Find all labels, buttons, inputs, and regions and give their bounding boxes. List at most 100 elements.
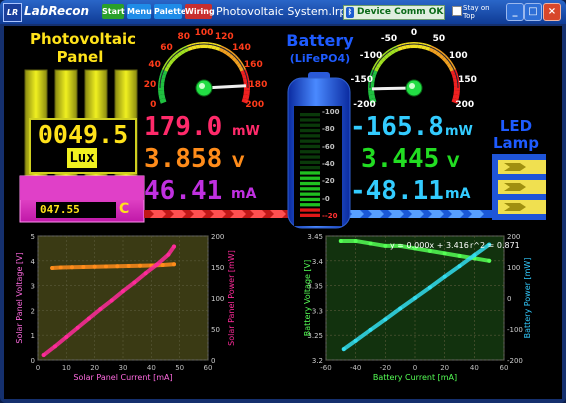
solar-gauge-hub-highlight (199, 83, 205, 89)
y-tick-label: 4 (31, 258, 36, 266)
y2-tick-label: 200 (507, 233, 520, 241)
solar-gauge-arc-segment (204, 42, 209, 49)
y-tick-label: 3.3 (312, 307, 323, 315)
solar-power-unit: mW (232, 124, 260, 139)
solar-voltage-unit: V (232, 152, 245, 171)
lux-value: 0049.5 (37, 120, 129, 149)
data-point-power (64, 335, 69, 340)
x-tick-label: -60 (320, 364, 331, 372)
file-name: Photovoltaic System.lrp (216, 5, 347, 18)
battery-gauge-tick-label: 150 (458, 74, 477, 85)
stay-on-top-checkbox[interactable] (452, 6, 462, 16)
battery-level-tick: -100 (322, 108, 340, 116)
battery-power-value: -165.8 (350, 112, 444, 142)
battery-level-bar (300, 123, 320, 127)
battery-gauge-tick-label: 100 (448, 51, 468, 62)
data-point-power (368, 327, 373, 332)
wiring-button[interactable]: Wiring (185, 4, 215, 19)
y2-tick-label: 50 (211, 326, 220, 334)
battery-level-bar (300, 139, 320, 143)
battery-level-bar (300, 160, 320, 164)
battery-current-value: -48.11 (350, 176, 444, 206)
data-point-voltage (58, 265, 63, 270)
battery-voltage-value: 3.445 (361, 144, 440, 174)
battery-gauge-tick-label: -100 (359, 51, 383, 62)
bluetooth-icon: ᛒ (346, 7, 354, 18)
palette-button[interactable]: Palette (154, 4, 186, 19)
battery-gauge-arc-segment (409, 42, 414, 49)
y2-tick-label: 100 (211, 295, 224, 303)
data-point-power (472, 253, 477, 258)
data-point-power (155, 262, 159, 267)
solar-gauge-tick-label: 160 (243, 60, 263, 71)
data-point-voltage (353, 238, 358, 243)
solar-gauge-tick-label: 180 (248, 80, 268, 91)
y-tick-label: 5 (31, 233, 35, 241)
x-tick-label: 60 (500, 364, 509, 372)
data-point-power (172, 244, 176, 249)
data-point-voltage (70, 265, 74, 270)
battery-level-bar (300, 134, 320, 138)
data-point-power (353, 338, 358, 343)
data-point-voltage (487, 258, 492, 263)
data-point-power (457, 264, 462, 269)
data-point-power (341, 347, 346, 352)
solar-current-unit: mA (231, 186, 257, 202)
lux-unit: Lux (67, 148, 97, 168)
battery-level-bar (300, 113, 320, 117)
solar-gauge-tick-label: 200 (245, 100, 265, 111)
temperature-unit: C (119, 201, 130, 217)
x-tick-label: 60 (204, 364, 213, 372)
temperature-display: 047.55 (36, 202, 116, 218)
battery-level-bar (300, 144, 320, 149)
solar-gauge-tick-label: 120 (214, 31, 234, 42)
x-tick-label: 20 (90, 364, 99, 372)
battery-level-tick: --20 (322, 212, 338, 220)
start-button[interactable]: Start (102, 4, 125, 19)
dashboard-canvas: Photovoltaic Panel 0049.5 Lux 047.55 C 1… (4, 26, 562, 399)
temperature-value: 047.55 (40, 203, 80, 216)
data-point-power (143, 271, 148, 276)
close-button[interactable]: × (543, 3, 561, 21)
x-tick-label: 0 (36, 364, 40, 372)
maximize-button[interactable]: □ (524, 3, 542, 21)
data-point-power (109, 298, 114, 303)
battery-gauge-arc-segment (414, 42, 419, 49)
data-point-voltage (457, 253, 462, 258)
led-lamp-title: LED Lamp (486, 118, 546, 152)
y2-tick-label: 0 (507, 295, 511, 303)
battery-level-tick: -20 (322, 177, 335, 186)
solar-power-value: 179.0 (144, 112, 223, 142)
title-bar[interactable]: LR LabRecon Start Menu Palette Wiring Ph… (0, 0, 566, 24)
data-point-power (132, 280, 137, 285)
solar-current-value: 46.41 (144, 176, 223, 206)
x-tick-label: 40 (470, 364, 479, 372)
data-point-voltage (338, 238, 343, 243)
data-point-power (53, 344, 57, 349)
stay-on-top-label: Stay on Top (463, 4, 490, 20)
battery-iv-chart: -60 -40 -20 0 20 40 603.23.253.33.353.43.45-20… (303, 233, 532, 382)
minimize-button[interactable]: _ (506, 3, 524, 21)
solar-iv-chart: 0 10 20 30 40 50 60012345050100150200Solar Pan… (15, 233, 236, 382)
data-point-power (87, 316, 91, 321)
battery-level-bar (300, 128, 320, 133)
x-tick-label: -20 (380, 364, 391, 372)
menu-button[interactable]: Menu (127, 4, 152, 19)
battery-level-tick: -60 (322, 142, 335, 151)
battery-level-bar (300, 150, 320, 154)
app-name: LabRecon (24, 4, 90, 18)
battery-level-bar (300, 203, 320, 207)
data-point-power (427, 285, 432, 290)
battery-current-unit: mA (445, 186, 471, 202)
data-point-power (98, 307, 103, 312)
battery-level-bar (300, 155, 320, 159)
led-title-line2: Lamp (492, 134, 540, 152)
device-comm-status: ᛒ Device Comm OK (343, 5, 445, 20)
solar-gauge-tick-label: 140 (232, 43, 251, 54)
data-point-power (41, 353, 46, 358)
data-point-power (442, 274, 447, 279)
led-title-line1: LED (499, 117, 533, 135)
data-point-voltage (160, 263, 165, 268)
x-tick-label: 30 (119, 364, 128, 372)
battery-level-tick: -40 (322, 160, 335, 168)
